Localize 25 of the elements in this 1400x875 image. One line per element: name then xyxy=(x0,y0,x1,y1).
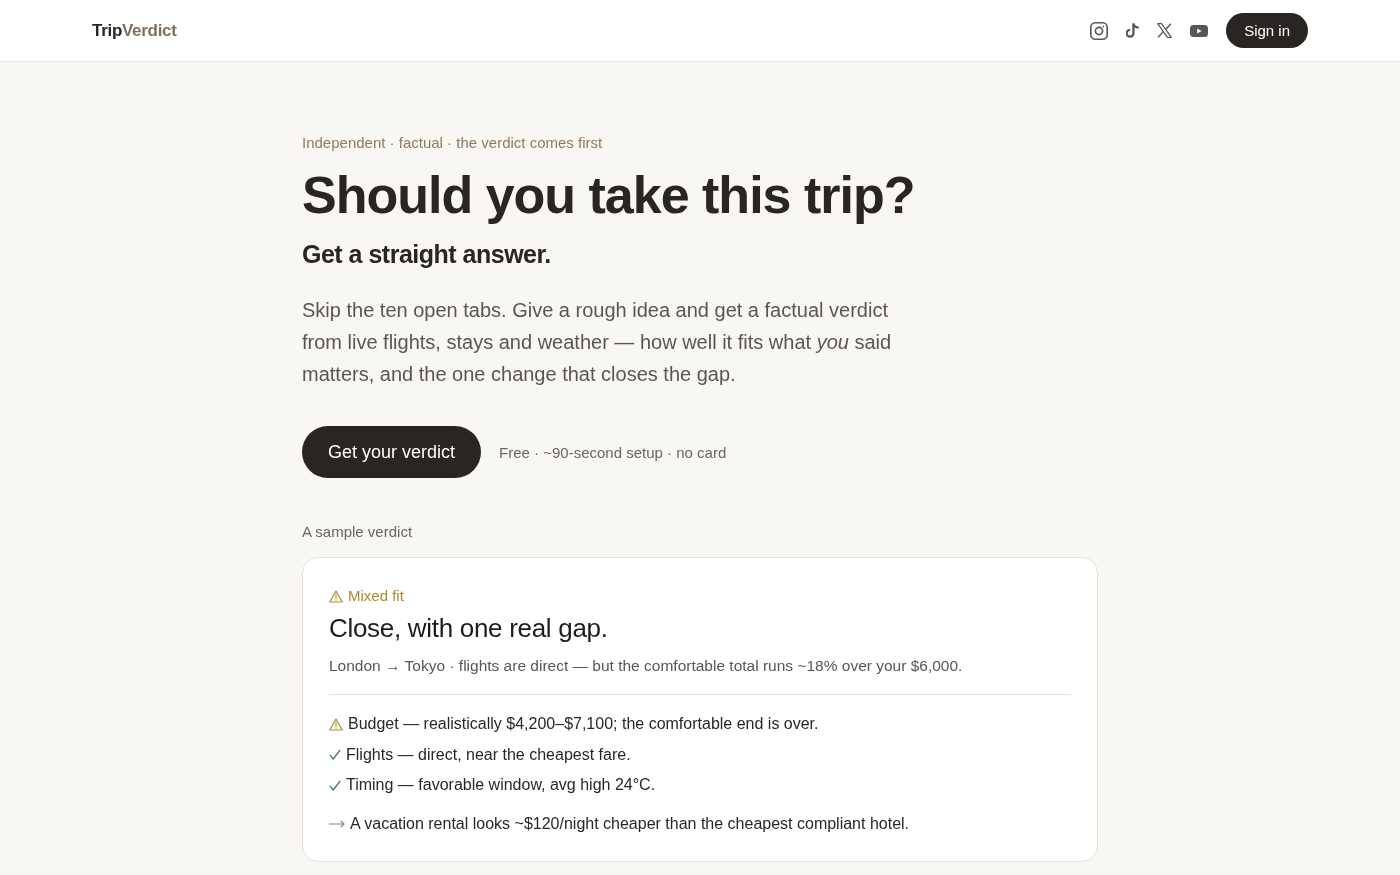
arrow-right-icon xyxy=(329,820,345,828)
x-logo-icon[interactable] xyxy=(1157,23,1173,38)
finding-text: Budget — realistically $4,200–$7,100; the comfortable end is over. xyxy=(348,714,819,734)
hero-subtitle: Get a straight answer. xyxy=(302,239,551,270)
verdict-summary: London → Tokyo · flights are direct — but the comfortable total runs ~18% over your $6,000. xyxy=(329,656,963,676)
finding-text: Timing — favorable window, avg high 24°C. xyxy=(346,775,656,795)
hero-title: Should you take this trip? xyxy=(302,165,915,225)
eyebrow-text: Independent · factual · the verdict comes first xyxy=(302,133,603,153)
tiktok-icon[interactable] xyxy=(1126,23,1140,38)
check-icon xyxy=(329,749,341,760)
warning-icon xyxy=(329,717,343,731)
hero-description: Skip the ten open tabs. Give a rough idea and get a factual verdict from live flights, stays and weather — how well it fits what you said matters, and the one change that closes the gap. xyxy=(302,298,893,387)
logo[interactable]: TripVerdict xyxy=(92,20,177,41)
cta-note: Free · ~90-second setup · no card xyxy=(499,443,727,461)
finding-text: Flights — direct, near the cheapest fare. xyxy=(346,744,631,765)
sample-label: A sample verdict xyxy=(302,522,413,542)
get-verdict-button[interactable]: Get your verdict xyxy=(302,426,482,478)
instagram-icon[interactable] xyxy=(1090,21,1109,40)
verdict-title: Close, with one real gap. xyxy=(329,612,608,645)
youtube-icon[interactable] xyxy=(1190,24,1209,37)
warning-icon xyxy=(329,589,343,603)
check-icon xyxy=(329,779,341,791)
verdict-label: Mixed fit xyxy=(348,586,404,606)
suggestion-text: A vacation rental looks ~$120/night cheaper than the cheapest compliant hotel. xyxy=(350,814,910,834)
sign-in-button[interactable]: Sign in xyxy=(1226,13,1308,48)
